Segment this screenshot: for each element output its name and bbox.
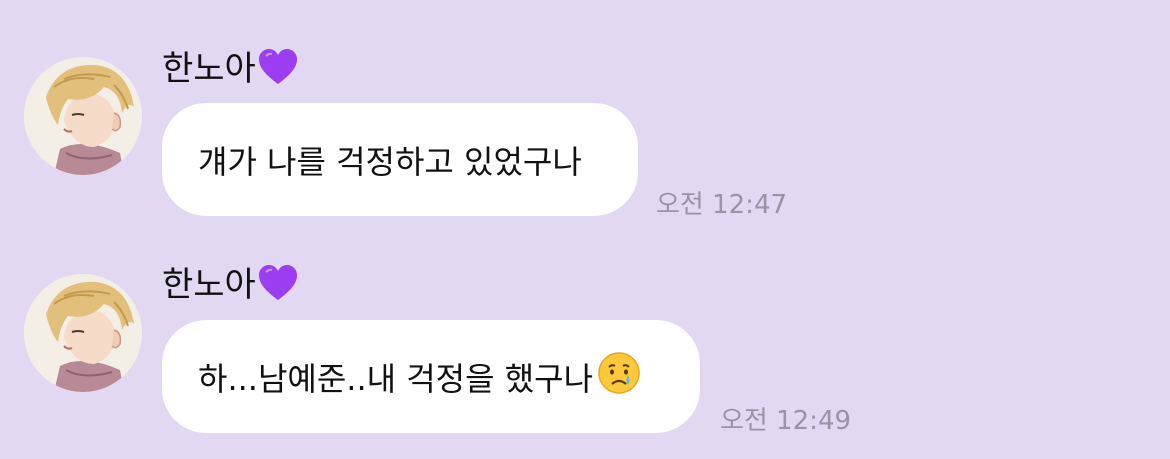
avatar[interactable] [24, 274, 142, 392]
purple-heart-icon [258, 264, 298, 311]
message-bubble[interactable]: 하...남예준..내 걱정을 했구나 [162, 320, 700, 433]
purple-heart-icon [258, 48, 298, 95]
avatar-portrait-icon [24, 274, 142, 392]
sender-name-text: 한노아 [162, 49, 256, 89]
sender-name: 한노아 [162, 48, 298, 95]
avatar-portrait-icon [24, 57, 142, 175]
message-text: 하...남예준..내 걱정을 했구나 [198, 359, 594, 398]
sender-name: 한노아 [162, 264, 298, 311]
message-time: 오전 12:49 [720, 406, 852, 436]
message-bubble[interactable]: 걔가 나를 걱정하고 있었구나 [162, 103, 638, 216]
avatar[interactable] [24, 57, 142, 175]
crying-face-icon [597, 351, 641, 403]
message-time: 오전 12:47 [656, 190, 788, 220]
sender-name-text: 한노아 [162, 265, 256, 305]
message-text: 걔가 나를 걱정하고 있었구나 [198, 142, 582, 181]
